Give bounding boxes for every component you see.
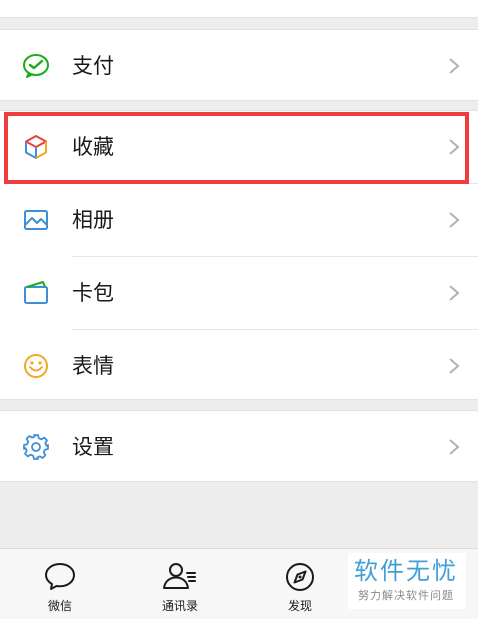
chat-bubble-icon: [45, 563, 75, 590]
compass-icon: [286, 563, 314, 591]
watermark: 软件无忧 努力解决软件问题: [348, 553, 466, 609]
settings-gear-icon: [23, 434, 49, 460]
menu-item-label: 设置: [72, 435, 114, 459]
tab-label: 发现: [287, 599, 312, 613]
favorites-cube-icon: [25, 135, 47, 159]
contacts-icon: [163, 563, 196, 589]
photo-album-icon: [24, 210, 48, 230]
wechat-pay-icon: [23, 54, 49, 78]
menu-item-favorites[interactable]: 收藏: [0, 111, 478, 183]
tab-chats[interactable]: 微信: [0, 549, 120, 619]
pay-group: 支付: [0, 29, 478, 101]
top-strip: [0, 0, 478, 18]
menu-item-cards[interactable]: 卡包: [0, 257, 478, 329]
menu-item-settings[interactable]: 设置: [0, 411, 478, 483]
menu-item-stickers[interactable]: 表情: [0, 330, 478, 402]
tab-contacts[interactable]: 通讯录: [120, 549, 240, 619]
menu-item-label: 表情: [72, 354, 114, 378]
watermark-subtitle: 努力解决软件问题: [358, 589, 454, 602]
chevron-right-icon: [449, 439, 460, 455]
menu-item-label: 相册: [72, 208, 114, 232]
tab-label: 通讯录: [161, 599, 198, 613]
tab-label: 微信: [47, 599, 72, 613]
chevron-right-icon: [449, 212, 460, 228]
sticker-smiley-icon: [24, 354, 48, 378]
chevron-right-icon: [449, 358, 460, 374]
menu-item-pay[interactable]: 支付: [0, 30, 478, 102]
menu-item-label: 收藏: [72, 135, 114, 159]
chevron-right-icon: [449, 139, 460, 155]
chevron-right-icon: [449, 285, 460, 301]
watermark-title: 软件无忧: [354, 557, 458, 585]
menu-item-label: 支付: [72, 54, 114, 78]
card-wallet-icon: [24, 281, 48, 304]
chevron-right-icon: [449, 58, 460, 74]
settings-group: 设置: [0, 410, 478, 482]
tab-discover[interactable]: 发现: [240, 549, 360, 619]
menu-item-label: 卡包: [72, 281, 114, 305]
discover-group: 收藏 相册 卡包 表情: [0, 110, 478, 400]
menu-item-album[interactable]: 相册: [0, 184, 478, 256]
